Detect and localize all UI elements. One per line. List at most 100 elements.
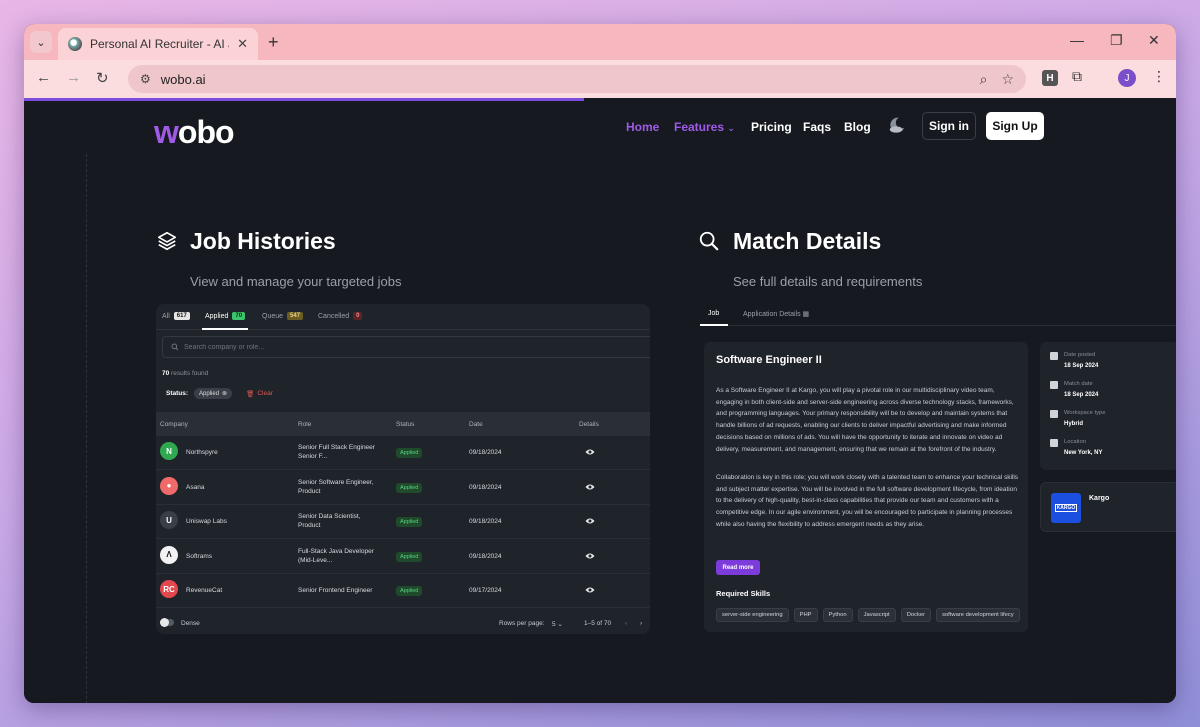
search-field[interactable] bbox=[162, 336, 650, 358]
url-text[interactable]: wobo.ai bbox=[161, 72, 966, 87]
skill-chip: PHP bbox=[793, 608, 818, 622]
role-line: Product bbox=[298, 487, 321, 495]
pagination-range: 1–5 of 70 bbox=[584, 620, 612, 627]
tab-applied[interactable]: Applied 70 bbox=[205, 312, 246, 320]
bookmark-star-icon[interactable]: ☆ bbox=[1001, 71, 1014, 88]
description-paragraph-2: Collaboration is key in this role; you w… bbox=[716, 474, 1019, 528]
zoom-icon[interactable]: ⌕ bbox=[980, 71, 988, 88]
status-chip[interactable]: Applied ⊗ bbox=[194, 388, 233, 399]
chip-remove-icon[interactable]: ⊗ bbox=[222, 390, 227, 397]
theme-toggle-icon[interactable] bbox=[888, 116, 906, 134]
date-text: 09/17/2024 bbox=[469, 587, 502, 594]
menu-kebab-icon[interactable]: ⋮ bbox=[1152, 68, 1166, 85]
date-text: 09/18/2024 bbox=[469, 518, 502, 525]
rows-per-page-value: 5 bbox=[552, 621, 556, 628]
close-window-icon[interactable]: ✕ bbox=[1148, 32, 1160, 49]
sign-up-button[interactable]: Sign Up bbox=[986, 112, 1044, 140]
meta-value: Hybrid bbox=[1064, 421, 1084, 427]
search-input[interactable] bbox=[184, 343, 484, 351]
eye-icon[interactable] bbox=[585, 483, 595, 491]
reload-icon[interactable]: ↻ bbox=[96, 69, 109, 87]
browser-tab[interactable]: Personal AI Recruiter - AI Job Se ✕ bbox=[58, 28, 258, 60]
table-row[interactable]: N Northspyre Senior Full Stack Engineer S… bbox=[156, 436, 650, 470]
clear-filter-button[interactable]: 🗑 Clear bbox=[246, 390, 273, 398]
dense-label: Dense bbox=[181, 620, 200, 627]
tab-all[interactable]: All 617 bbox=[162, 312, 190, 320]
search-icon bbox=[699, 231, 719, 251]
dense-toggle[interactable] bbox=[160, 618, 174, 627]
date-text: 09/18/2024 bbox=[469, 483, 502, 491]
status-filter-label: Status: bbox=[166, 390, 189, 397]
back-icon[interactable]: ← bbox=[36, 69, 51, 86]
building-icon bbox=[1050, 410, 1058, 418]
extension-h-icon[interactable]: H bbox=[1042, 70, 1058, 86]
job-histories-subtitle: View and manage your targeted jobs bbox=[190, 274, 402, 289]
wobo-logo[interactable]: wobo bbox=[154, 114, 235, 151]
minimize-icon[interactable]: — bbox=[1070, 32, 1084, 48]
role-text: Full-Stack Java Developer (Mid-Leve... bbox=[298, 547, 374, 565]
extensions-puzzle-icon[interactable]: ⧉ bbox=[1072, 68, 1082, 85]
description-paragraph-1: As a Software Engineer II at Kargo, you … bbox=[716, 387, 1014, 453]
tab-queue[interactable]: Queue 547 bbox=[262, 312, 304, 320]
forward-icon[interactable]: → bbox=[66, 69, 81, 86]
site-settings-icon[interactable]: ⚙ bbox=[140, 72, 151, 86]
role-line: Senior Data Scientist, bbox=[298, 513, 361, 520]
role-line: (Mid-Leve... bbox=[298, 556, 333, 564]
nav-features[interactable]: Features ⌄ bbox=[674, 120, 735, 134]
tab-label: Application Details bbox=[743, 311, 801, 318]
tab-title: Personal AI Recruiter - AI Job Se bbox=[90, 37, 229, 51]
restore-icon[interactable]: ❐ bbox=[1110, 32, 1123, 49]
active-tab-indicator bbox=[202, 328, 248, 330]
layers-icon bbox=[157, 231, 177, 251]
table-footer: Dense Rows per page: 5 ⌄ 1–5 of 70 ‹ › bbox=[156, 612, 650, 634]
eye-icon[interactable] bbox=[585, 552, 595, 560]
table-row[interactable]: ● Asana Senior Software Engineer, Product… bbox=[156, 471, 650, 505]
status-badge: Applied bbox=[396, 517, 423, 527]
nav-faqs[interactable]: Faqs bbox=[803, 120, 831, 134]
omnibox[interactable]: ⚙ wobo.ai ⌕ ☆ bbox=[128, 65, 1026, 93]
tab-search-button[interactable]: ⌄ bbox=[30, 31, 52, 53]
eye-icon[interactable] bbox=[585, 586, 595, 594]
close-tab-icon[interactable]: ✕ bbox=[237, 36, 248, 52]
favicon-icon bbox=[68, 37, 82, 51]
status-filter: Status: Applied ⊗ 🗑 Clear bbox=[166, 388, 273, 399]
column-company: Company bbox=[160, 421, 188, 428]
nav-home[interactable]: Home bbox=[626, 120, 659, 134]
nav-features-label: Features bbox=[674, 120, 725, 134]
prev-page-icon[interactable]: ‹ bbox=[625, 620, 627, 627]
next-page-icon[interactable]: › bbox=[640, 620, 642, 627]
company-logo: RC bbox=[160, 580, 178, 598]
role-line: Product bbox=[298, 522, 321, 529]
role-line: Full-Stack Java Developer bbox=[298, 547, 374, 555]
table-header: Company Role Status Date Details bbox=[156, 412, 650, 436]
company-card[interactable]: KARGO Kargo bbox=[1040, 482, 1176, 532]
rows-per-page-select[interactable]: 5 ⌄ bbox=[552, 620, 563, 628]
results-number: 70 bbox=[162, 370, 170, 377]
tab-application-details[interactable]: Application Details ▦ bbox=[743, 310, 809, 318]
job-description-card: Software Engineer II As a Software Engin… bbox=[704, 342, 1028, 632]
tab-label: Cancelled bbox=[318, 312, 350, 320]
count-badge: 70 bbox=[232, 312, 246, 320]
table-row[interactable]: RC RevenueCat Senior Frontend Engineer A… bbox=[156, 574, 650, 608]
table-row[interactable]: Λ Softrams Full-Stack Java Developer (Mid… bbox=[156, 540, 650, 574]
eye-icon[interactable] bbox=[585, 517, 595, 525]
table-row[interactable]: U Uniswap Labs Senior Data Scientist, Pro… bbox=[156, 505, 650, 539]
tab-job[interactable]: Job bbox=[708, 310, 719, 317]
nav-blog[interactable]: Blog bbox=[844, 120, 871, 134]
read-more-button[interactable]: Read more bbox=[716, 560, 760, 575]
role-text: Senior Data Scientist, Product bbox=[298, 512, 361, 530]
meta-label: Match date bbox=[1064, 381, 1093, 387]
sign-in-button[interactable]: Sign in bbox=[922, 112, 976, 140]
skill-chip: server-side engineering bbox=[716, 608, 789, 622]
eye-icon[interactable] bbox=[585, 448, 595, 456]
nav-pricing[interactable]: Pricing bbox=[751, 120, 792, 134]
company-name: Kargo bbox=[1089, 495, 1110, 502]
tab-cancelled[interactable]: Cancelled 0 bbox=[318, 312, 363, 320]
tab-label: Queue bbox=[262, 312, 284, 320]
clear-label: Clear bbox=[257, 390, 273, 397]
match-details-title: Match Details bbox=[733, 228, 882, 254]
calendar-icon bbox=[1050, 352, 1058, 360]
new-tab-button[interactable]: + bbox=[268, 31, 279, 53]
results-label: results found bbox=[171, 370, 209, 377]
profile-avatar[interactable]: J bbox=[1118, 69, 1136, 87]
